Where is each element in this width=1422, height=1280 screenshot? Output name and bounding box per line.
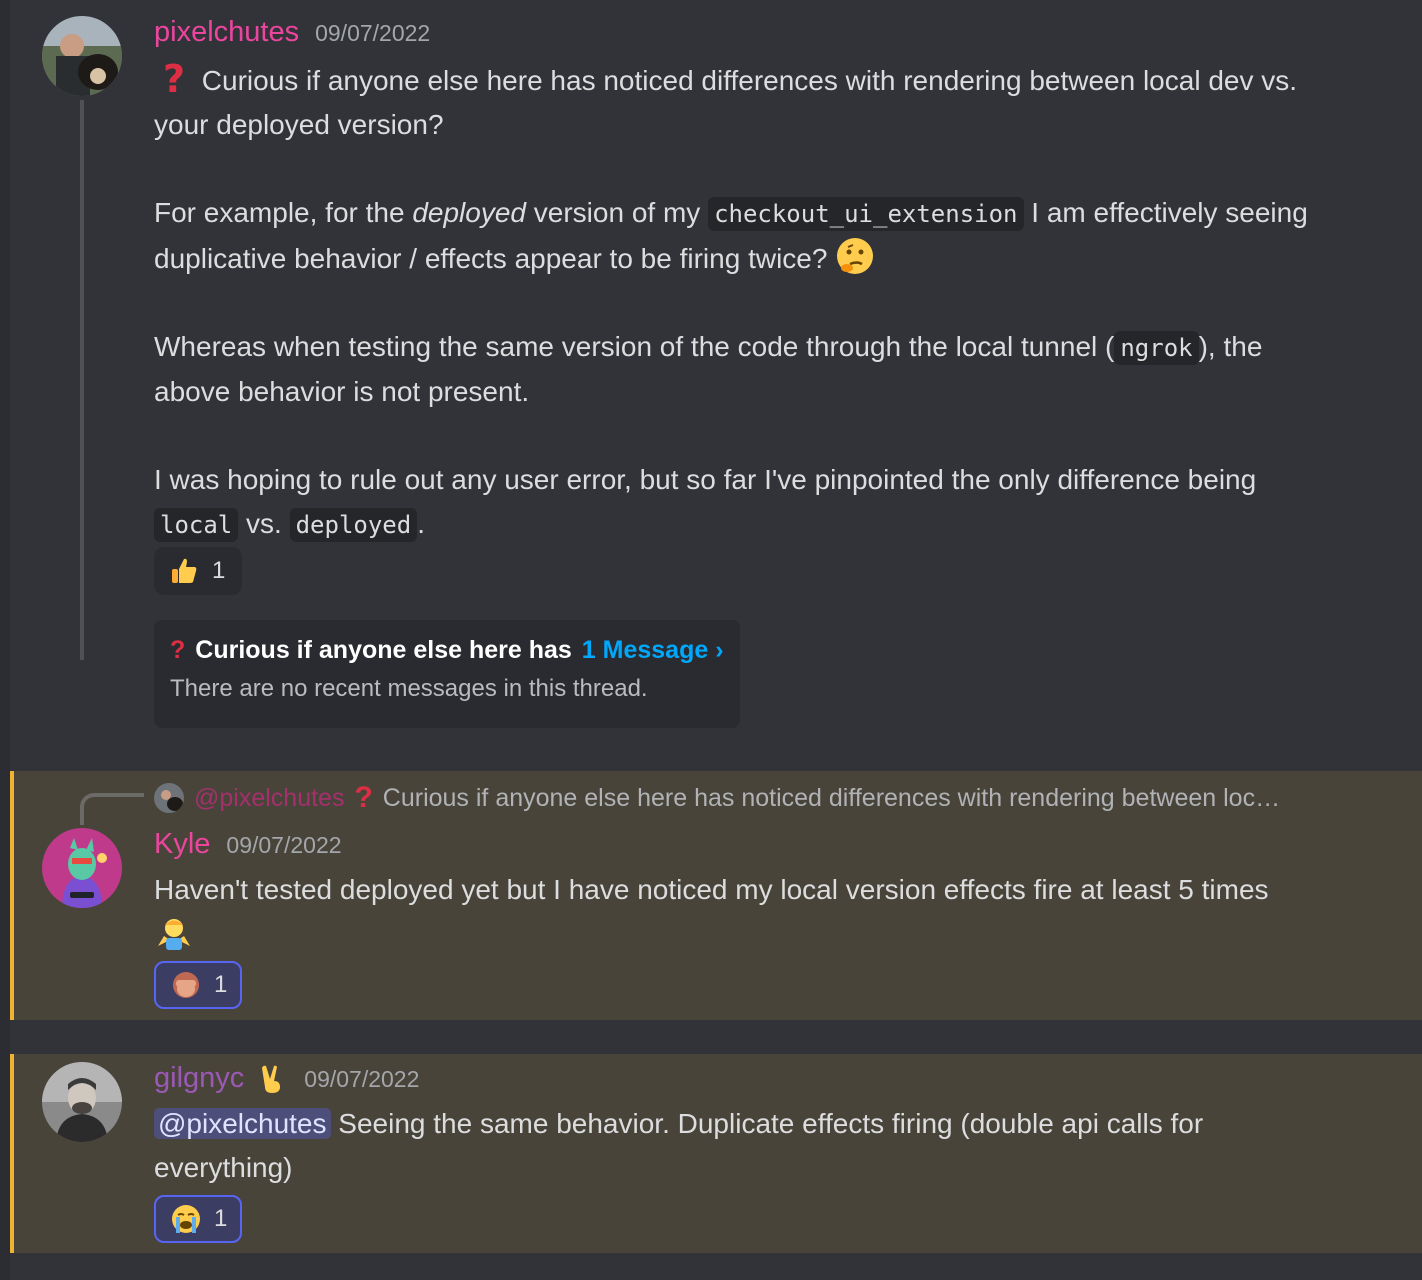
reply-connector (80, 793, 144, 825)
question-mark-icon: ? (154, 58, 194, 98)
author-name[interactable]: gilgnyc (154, 1062, 244, 1095)
message-timestamp: 09/07/2022 (304, 1066, 420, 1092)
avatar-pixelchutes[interactable] (42, 16, 122, 96)
thread-subtitle: There are no recent messages in this thr… (170, 675, 648, 702)
message-kyle[interactable]: @pixelchutes ? Curious if anyone else he… (10, 771, 1422, 1020)
reply-reference[interactable]: @pixelchutes ? Curious if anyone else he… (154, 781, 1280, 815)
text-segment: Whereas when testing the same version of… (154, 331, 1115, 362)
left-gutter (0, 0, 10, 1280)
text-segment: vs. (238, 508, 290, 539)
message-content: @pixelchutes Seeing the same behavior. D… (154, 1102, 1304, 1190)
reply-author[interactable]: @pixelchutes (194, 784, 344, 813)
question-mark-icon: ? (354, 781, 373, 814)
message-paragraph-1: Curious if anyone else here has noticed … (154, 65, 1298, 140)
see-no-evil-monkey-icon (170, 969, 202, 1001)
reaction-count: 1 (212, 557, 226, 584)
person-shrugging-icon (154, 912, 194, 952)
text-segment: version of my (526, 197, 709, 228)
text-segment: I was hoping to rule out any user error,… (154, 464, 1257, 495)
thread-spine-corner (80, 640, 148, 676)
loudly-crying-face-icon (170, 1203, 202, 1235)
avatar-gilgnyc[interactable] (42, 1062, 122, 1142)
thinking-face-icon (835, 236, 875, 276)
message-pixelchutes[interactable]: pixelchutes 09/07/2022 ? Curious if anyo… (10, 0, 1422, 760)
message-text: Haven't tested deployed yet but I have n… (154, 874, 1269, 905)
thumbs-up-icon (168, 555, 200, 587)
message-gilgnyc[interactable]: gilgnyc 09/07/2022 @pixelchutes Seeing t… (10, 1054, 1422, 1253)
inline-code: local (154, 508, 239, 542)
author-name[interactable]: pixelchutes (154, 16, 299, 49)
message-timestamp: 09/07/2022 (315, 20, 431, 46)
italic-text: deployed (412, 197, 526, 228)
thread-message-count-link[interactable]: 1 Message › (582, 636, 724, 665)
message-timestamp: 09/07/2022 (226, 832, 342, 858)
thread-spine (80, 100, 84, 660)
thread-preview-card[interactable]: ? Curious if anyone else here has 1 Mess… (154, 620, 740, 728)
svg-text:?: ? (163, 58, 185, 98)
reaction-loudly-crying[interactable]: 1 (154, 1195, 242, 1243)
chat-message-list: pixelchutes 09/07/2022 ? Curious if anyo… (0, 0, 1422, 1280)
message-content: ? Curious if anyone else here has notice… (154, 58, 1344, 547)
reply-preview-text[interactable]: Curious if anyone else here has noticed … (383, 784, 1280, 813)
inline-code: ngrok (1114, 331, 1199, 365)
reaction-thumbs-up[interactable]: 1 (154, 547, 242, 595)
avatar-kyle[interactable] (42, 828, 122, 908)
reply-avatar (154, 783, 184, 813)
reaction-see-no-evil[interactable]: 1 (154, 961, 242, 1009)
victory-hand-icon (256, 1063, 288, 1095)
author-name[interactable]: Kyle (154, 828, 210, 861)
reaction-count: 1 (214, 971, 228, 998)
reaction-count: 1 (214, 1205, 228, 1232)
message-content: Haven't tested deployed yet but I have n… (154, 868, 1304, 957)
text-segment: . (417, 508, 425, 539)
question-mark-icon: ? (170, 636, 186, 664)
inline-code: checkout_ui_extension (708, 197, 1024, 231)
thread-title[interactable]: Curious if anyone else here has (195, 636, 572, 665)
user-mention[interactable]: @pixelchutes (154, 1108, 331, 1139)
inline-code: deployed (289, 508, 418, 542)
text-segment: For example, for the (154, 197, 413, 228)
